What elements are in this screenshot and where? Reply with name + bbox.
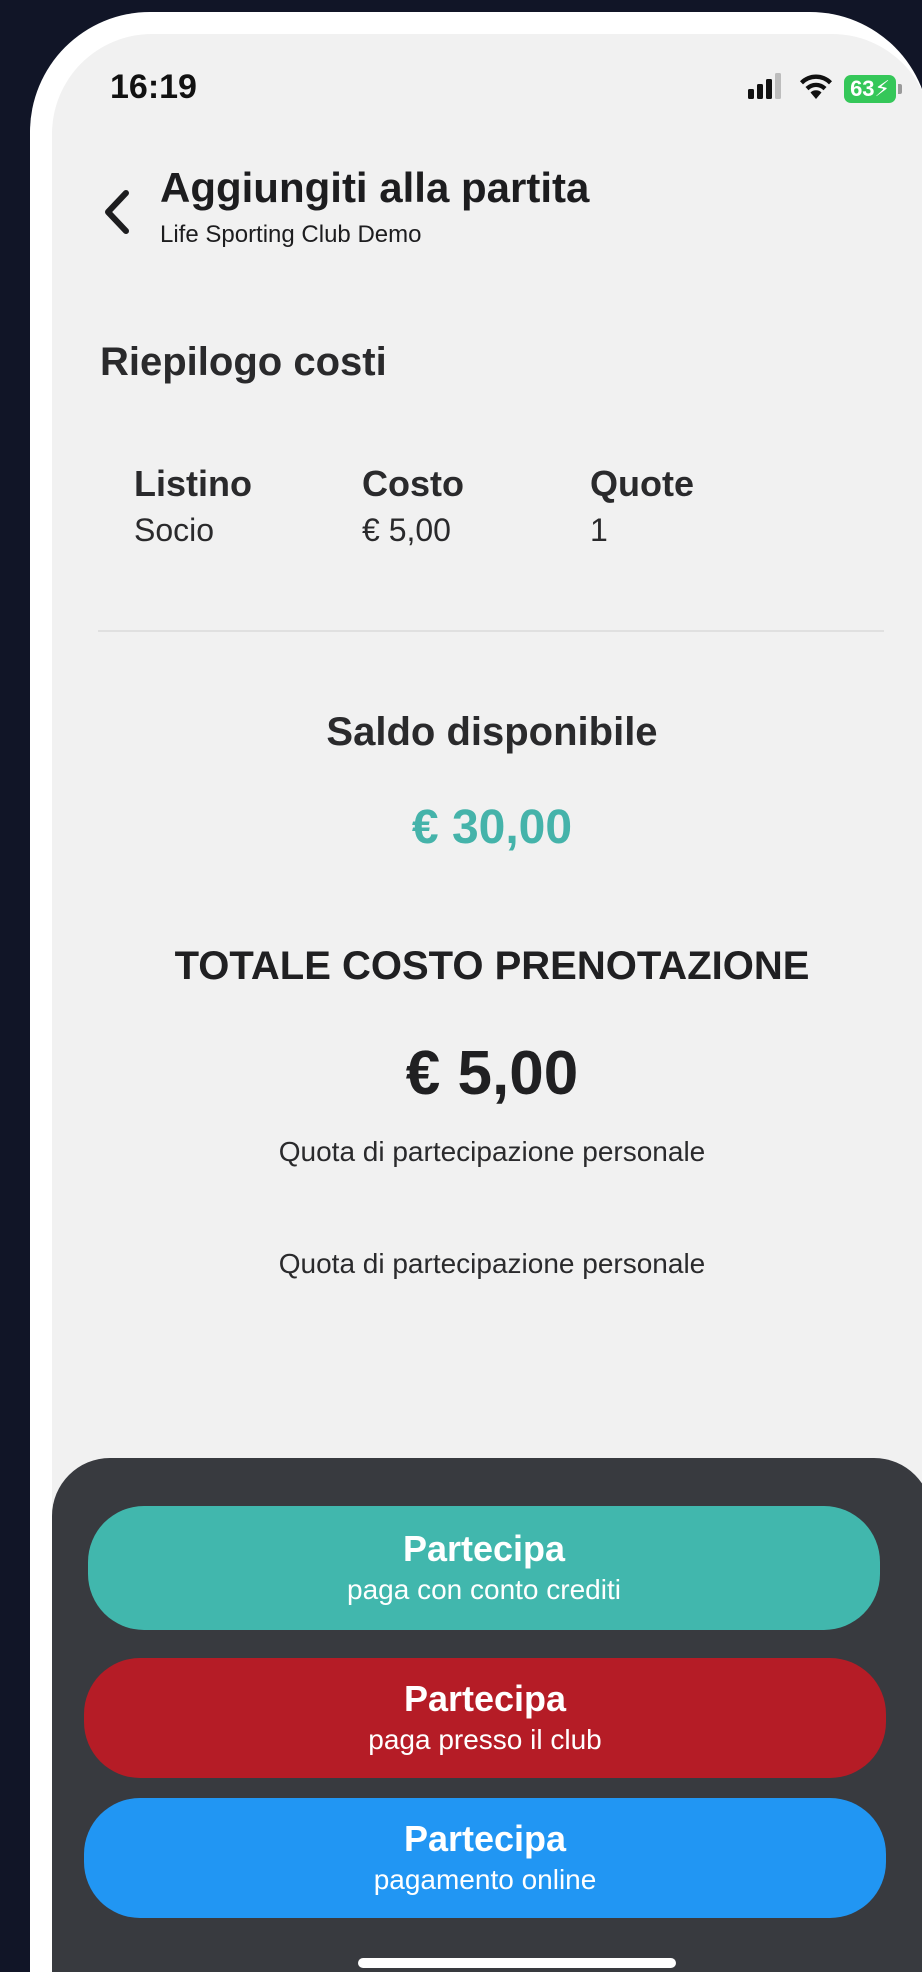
pay-online-button[interactable]: Partecipa pagamento online bbox=[84, 1798, 886, 1918]
battery-level: 63⚡ bbox=[844, 74, 896, 103]
column-header: Quote bbox=[590, 463, 694, 504]
page-title: Aggiungiti alla partita bbox=[160, 164, 590, 211]
payment-actions-sheet: Partecipa paga con conto crediti Parteci… bbox=[52, 1458, 922, 1972]
home-indicator[interactable] bbox=[358, 1958, 676, 1968]
button-title: Partecipa bbox=[403, 1678, 567, 1719]
summary-column-listino: Listino Socio bbox=[134, 462, 252, 554]
summary-column-costo: Costo € 5,00 bbox=[362, 462, 464, 554]
chevron-left-icon bbox=[102, 189, 132, 240]
pay-at-club-button[interactable]: Partecipa paga presso il club bbox=[84, 1658, 886, 1778]
balance-label: Saldo disponibile bbox=[326, 710, 658, 754]
back-button[interactable] bbox=[92, 184, 142, 244]
participation-note: Quota di partecipazione personale bbox=[278, 1136, 706, 1167]
column-value: Socio bbox=[134, 512, 215, 548]
total-label: TOTALE COSTO PRENOTAZIONE bbox=[174, 944, 810, 988]
button-subtitle: pagamento online bbox=[373, 1864, 597, 1895]
column-header: Costo bbox=[362, 463, 464, 504]
button-title: Partecipa bbox=[402, 1528, 566, 1569]
status-icons: 63⚡ bbox=[748, 72, 902, 105]
device-frame: 16:19 63⚡ Aggiungiti alla partita Life S… bbox=[30, 12, 922, 1972]
cellular-signal-icon bbox=[748, 73, 788, 104]
status-time: 16:19 bbox=[110, 68, 197, 106]
total-value: € 5,00 bbox=[405, 1039, 579, 1108]
pay-with-credits-button[interactable]: Partecipa paga con conto crediti bbox=[88, 1506, 880, 1630]
button-title: Partecipa bbox=[403, 1818, 567, 1859]
participation-note: Quota di partecipazione personale bbox=[278, 1248, 706, 1279]
column-header: Listino bbox=[134, 463, 252, 504]
wifi-icon bbox=[798, 72, 834, 105]
battery-charging-icon: 63⚡ bbox=[844, 74, 902, 103]
summary-column-quote: Quote 1 bbox=[590, 462, 694, 554]
cost-summary-title: Riepilogo costi bbox=[100, 340, 387, 384]
divider bbox=[98, 630, 884, 632]
column-value: 1 bbox=[590, 512, 608, 548]
balance-value: € 30,00 bbox=[411, 801, 573, 854]
app-screen: 16:19 63⚡ Aggiungiti alla partita Life S… bbox=[52, 34, 922, 1972]
button-subtitle: paga presso il club bbox=[368, 1724, 602, 1755]
button-subtitle: paga con conto crediti bbox=[347, 1574, 621, 1605]
club-name: Life Sporting Club Demo bbox=[160, 221, 422, 248]
column-value: € 5,00 bbox=[362, 512, 451, 548]
